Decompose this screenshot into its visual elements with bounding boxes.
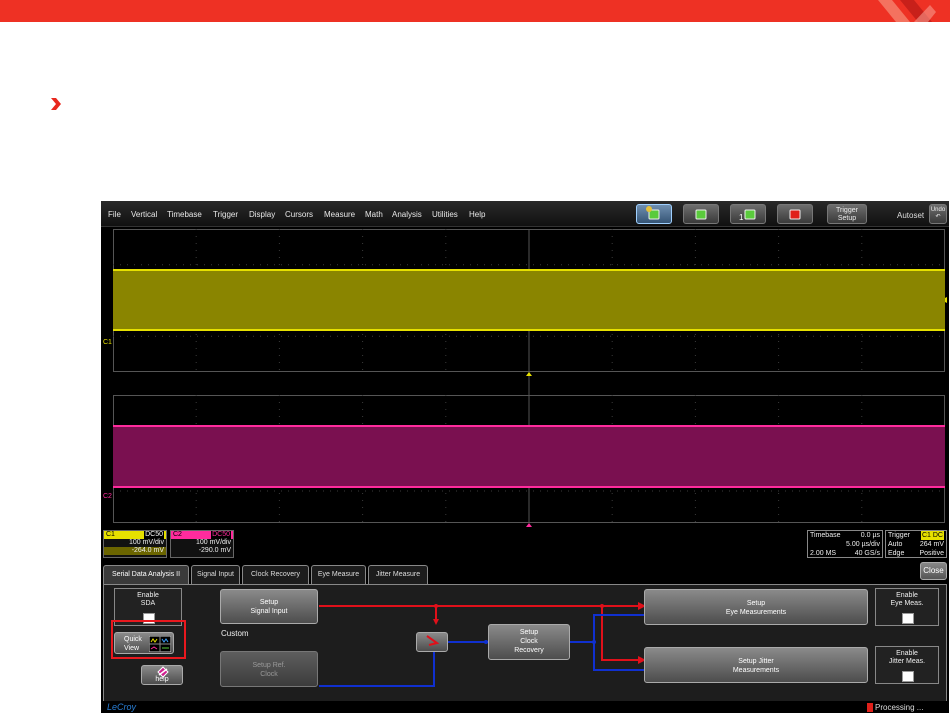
sda-flow-panel: Enable SDA Quick View help Setup Signal … (103, 584, 947, 704)
setup-jitter-measurements-button[interactable]: Setup Jitter Measurements (644, 647, 868, 683)
setup-jitter-line1: Setup Jitter (738, 658, 774, 665)
enable-eye-meas-group: Enable Eye Meas. (875, 588, 939, 626)
channel2-trace (113, 425, 945, 488)
trigger-mode: Auto (888, 541, 903, 548)
clock-source-switch[interactable] (416, 632, 448, 652)
trigger-type: Edge (888, 550, 905, 557)
header-banner (0, 0, 950, 22)
channel2-descriptor[interactable]: C2 DC50 100 mV/div -290.0 mV (170, 530, 234, 558)
setup-ref-clock-line1: Setup Ref. (252, 662, 286, 669)
tab-signal-input[interactable]: Signal Input (191, 565, 240, 585)
channel2-coupling: DC50 (211, 531, 231, 539)
signal-input-mode: Custom (221, 629, 249, 638)
channel1-vdiv: 100 mV/div (128, 539, 164, 546)
timebase-descriptor[interactable]: Timebase 0.0 µs 5.00 µs/div 2.00 MS 40 GS/… (807, 530, 883, 558)
channel1-descriptor[interactable]: C1 DC50 100 mV/div -264.0 mV (103, 530, 167, 558)
enable-jitter-meas-group: Enable Jitter Meas. (875, 646, 939, 684)
timebase-rate: 40 GS/s (854, 550, 880, 557)
processing-dot-icon (867, 703, 873, 713)
setup-eye-measurements-button[interactable]: Setup Eye Measurements (644, 589, 868, 625)
enable-jitter-meas-checkbox[interactable] (902, 671, 914, 682)
brand-logo: LeCroy (107, 702, 137, 712)
enable-jitter-line1: Enable (896, 650, 918, 657)
quick-view-highlight (111, 620, 186, 659)
switch-icon (426, 635, 440, 646)
timebase-delay: 0.0 µs (860, 532, 880, 539)
enable-eye-line2: Eye Meas. (890, 600, 924, 607)
setup-eye-line2: Eye Measurements (725, 609, 787, 616)
setup-clock-line3: Recovery (514, 647, 544, 654)
bullet-chevron-icon (51, 98, 61, 110)
trigger-slope: Positive (919, 550, 944, 557)
setup-eye-line1: Setup (746, 600, 766, 607)
setup-signal-input-line2: Signal Input (250, 608, 288, 615)
help-button[interactable]: help (141, 665, 183, 685)
trigger-source: C1 DC (920, 531, 944, 540)
tab-eye-measure[interactable]: Eye Measure (311, 565, 366, 585)
enable-jitter-line2: Jitter Meas. (888, 658, 926, 665)
processing-indicator: Processing ... (867, 702, 947, 713)
setup-clock-line1: Setup (519, 629, 539, 636)
dialog-tabs: Serial Data Analysis II Signal Input Clo… (103, 565, 947, 585)
setup-clock-recovery-button[interactable]: Setup Clock Recovery (488, 624, 570, 660)
logo-chevron-icon (878, 0, 936, 22)
setup-ref-clock-line2: Clock (260, 671, 278, 678)
channel2-label: C2 (173, 531, 182, 538)
tab-clock-recovery[interactable]: Clock Recovery (242, 565, 309, 585)
timebase-samples: 2.00 MS (810, 550, 837, 557)
help-icon (157, 666, 169, 678)
channel2-vdiv: 100 mV/div (195, 539, 231, 546)
channel1-trace (113, 269, 945, 331)
channel1-offset: -264.0 mV (104, 547, 166, 555)
channel2-offset: -290.0 mV (198, 547, 231, 554)
oscilloscope-window: File Vertical Timebase Trigger Display C… (101, 201, 949, 713)
setup-ref-clock-button[interactable]: Setup Ref. Clock (220, 651, 318, 687)
channel1-label: C1 (106, 531, 115, 538)
tab-jitter-measure[interactable]: Jitter Measure (368, 565, 428, 585)
processing-label: Processing ... (875, 703, 924, 712)
setup-signal-input-line1: Setup (259, 599, 279, 606)
channel1-marker: C1 (103, 339, 112, 346)
enable-sda-line2: SDA (140, 600, 156, 607)
setup-clock-line2: Clock (520, 638, 538, 645)
timebase-title: Timebase (810, 532, 841, 539)
channel2-marker: C2 (103, 493, 112, 500)
setup-signal-input-button[interactable]: Setup Signal Input (220, 589, 318, 624)
status-bar (101, 701, 949, 713)
tab-serial-data-analysis[interactable]: Serial Data Analysis II (103, 565, 189, 585)
setup-jitter-line2: Measurements (732, 667, 780, 674)
enable-eye-meas-checkbox[interactable] (902, 613, 914, 624)
close-button[interactable]: Close (920, 562, 947, 580)
trigger-title: Trigger (888, 532, 910, 539)
enable-eye-line1: Enable (896, 592, 918, 599)
trigger-level: 264 mV (919, 541, 944, 548)
trigger-descriptor[interactable]: Trigger C1 DC Auto 264 mV Edge Positive (885, 530, 947, 558)
enable-sda-line1: Enable (137, 592, 159, 599)
timebase-tdiv: 5.00 µs/div (846, 541, 880, 548)
channel1-coupling: DC50 (144, 531, 164, 539)
